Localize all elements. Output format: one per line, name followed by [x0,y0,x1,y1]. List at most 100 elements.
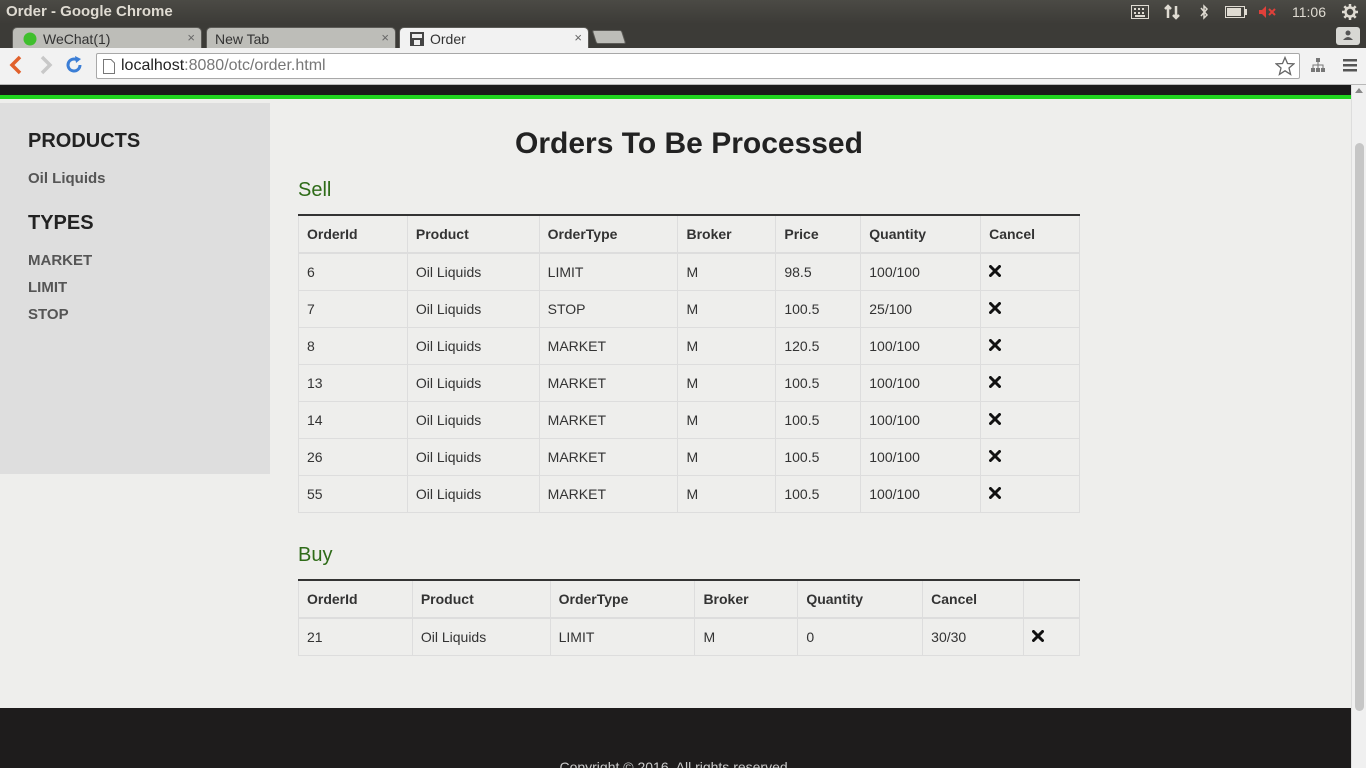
cancel-x-icon[interactable] [989,338,1002,354]
tab-order[interactable]: Order × [399,27,589,49]
scrollbar-thumb[interactable] [1355,143,1364,711]
tab-wechat[interactable]: WeChat(1) × [12,27,202,49]
tab-close-icon[interactable]: × [574,30,582,45]
table-cell: Oil Liquids [406,326,540,365]
table-cell: Oil Liquids [406,400,540,439]
table-cell: M [677,252,777,291]
footer: Copyright © 2016. All rights reserved. [0,708,1351,768]
cancel-cell [980,252,1080,291]
table-cell: 6 [298,252,408,291]
profile-button[interactable] [1336,27,1360,45]
table-cell: 21 [298,617,413,656]
sitemap-icon [1311,57,1325,77]
bluetooth-icon[interactable] [1193,4,1215,20]
tab-new-tab[interactable]: New Tab × [206,27,396,49]
bookmark-star-icon[interactable] [1274,55,1296,81]
table-cell: 100.5 [775,437,862,476]
types-heading: TYPES [28,212,94,234]
sidebar: PRODUCTS Oil Liquids TYPES MARKET LIMIT … [0,103,270,474]
table-cell: 120.5 [775,326,862,365]
table-cell: STOP [538,289,679,328]
column-header [1023,580,1080,619]
settings-gear-icon[interactable] [1339,4,1361,20]
column-header: Product [411,580,551,619]
header-accent-line [0,95,1351,99]
back-button[interactable] [4,55,28,79]
cancel-cell [980,437,1080,476]
table-cell: 100/100 [860,326,982,365]
cancel-x-icon[interactable] [989,264,1002,280]
table-cell: Oil Liquids [406,474,540,513]
tab-close-icon[interactable]: × [381,30,389,45]
window-titlebar: Order - Google Chrome 11:06 [0,0,1366,24]
table-cell: M [677,363,777,402]
network-icon[interactable] [1161,4,1183,20]
type-link-stop[interactable]: STOP [28,306,69,323]
table-row: 8 Oil Liquids MARKET M 120.5 100/100 [298,326,1080,365]
table-cell: M [677,326,777,365]
clock[interactable]: 11:06 [1292,4,1326,20]
new-tab-button[interactable] [591,30,627,44]
url-path: :8080/otc/order.html [184,57,326,74]
products-heading: PRODUCTS [28,130,141,152]
cancel-x-icon[interactable] [989,449,1002,465]
wechat-icon [23,32,37,46]
table-cell: 100.5 [775,400,862,439]
table-cell: 25/100 [860,289,982,328]
type-link-limit[interactable]: LIMIT [28,279,67,296]
buy-orders-table: OrderId Product OrderType Broker Quantity Can… [298,579,1080,656]
table-cell: 0 [797,617,924,656]
table-header-row: OrderId Product OrderType Broker Price Quanti… [298,215,1080,254]
type-link-market[interactable]: MARKET [28,252,92,269]
table-cell: M [677,474,777,513]
product-link-oil-liquids[interactable]: Oil Liquids [28,170,106,187]
table-row: 14 Oil Liquids MARKET M 100.5 100/100 [298,400,1080,439]
column-header: Broker [694,580,799,619]
cancel-cell [980,363,1080,402]
volume-muted-icon[interactable] [1257,4,1279,20]
battery-icon[interactable] [1225,4,1247,20]
extension-button[interactable] [1306,55,1330,79]
tab-close-icon[interactable]: × [187,30,195,45]
table-cell: M [694,617,799,656]
url-text[interactable]: localhost:8080/otc/order.html [121,57,326,75]
table-cell: 14 [298,400,408,439]
table-cell: LIMIT [538,252,679,291]
table-cell: Oil Liquids [406,363,540,402]
table-row: 26 Oil Liquids MARKET M 100.5 100/100 [298,437,1080,476]
keyboard-icon[interactable] [1129,4,1151,20]
hamburger-menu-icon [1343,58,1357,77]
table-cell: MARKET [538,474,679,513]
cancel-x-icon[interactable] [989,412,1002,428]
table-row: 21 Oil Liquids LIMIT M 0 30/30 [298,617,1080,656]
cancel-x-icon[interactable] [989,375,1002,391]
tab-label: WeChat(1) [43,31,111,47]
tab-strip: WeChat(1) × New Tab × Order × [0,24,1366,49]
column-header: OrderType [549,580,696,619]
table-cell: Oil Liquids [406,252,540,291]
cancel-x-icon[interactable] [1032,629,1045,645]
scroll-up-arrow-icon[interactable] [1355,88,1363,93]
table-cell: 7 [298,289,408,328]
page-viewport: PRODUCTS Oil Liquids TYPES MARKET LIMIT … [0,85,1351,768]
table-header-row: OrderId Product OrderType Broker Quantity Can… [298,580,1080,619]
forward-button[interactable] [34,55,58,79]
site-header-bar [0,85,1351,99]
cancel-cell [980,474,1080,513]
cancel-x-icon[interactable] [989,486,1002,502]
address-bar[interactable]: localhost:8080/otc/order.html [96,53,1300,79]
table-cell: MARKET [538,326,679,365]
table-cell: 100.5 [775,363,862,402]
page-icon [103,59,115,74]
reload-button[interactable] [62,55,86,79]
table-cell: 100/100 [860,400,982,439]
table-cell: 30/30 [922,617,1025,656]
browser-toolbar: localhost:8080/otc/order.html [0,48,1366,85]
page-scrollbar[interactable] [1351,85,1366,768]
back-arrow-icon [9,55,23,80]
cancel-x-icon[interactable] [989,301,1002,317]
forward-arrow-icon [39,55,53,80]
table-cell: 55 [298,474,408,513]
table-cell: 100/100 [860,252,982,291]
menu-button[interactable] [1338,55,1362,79]
